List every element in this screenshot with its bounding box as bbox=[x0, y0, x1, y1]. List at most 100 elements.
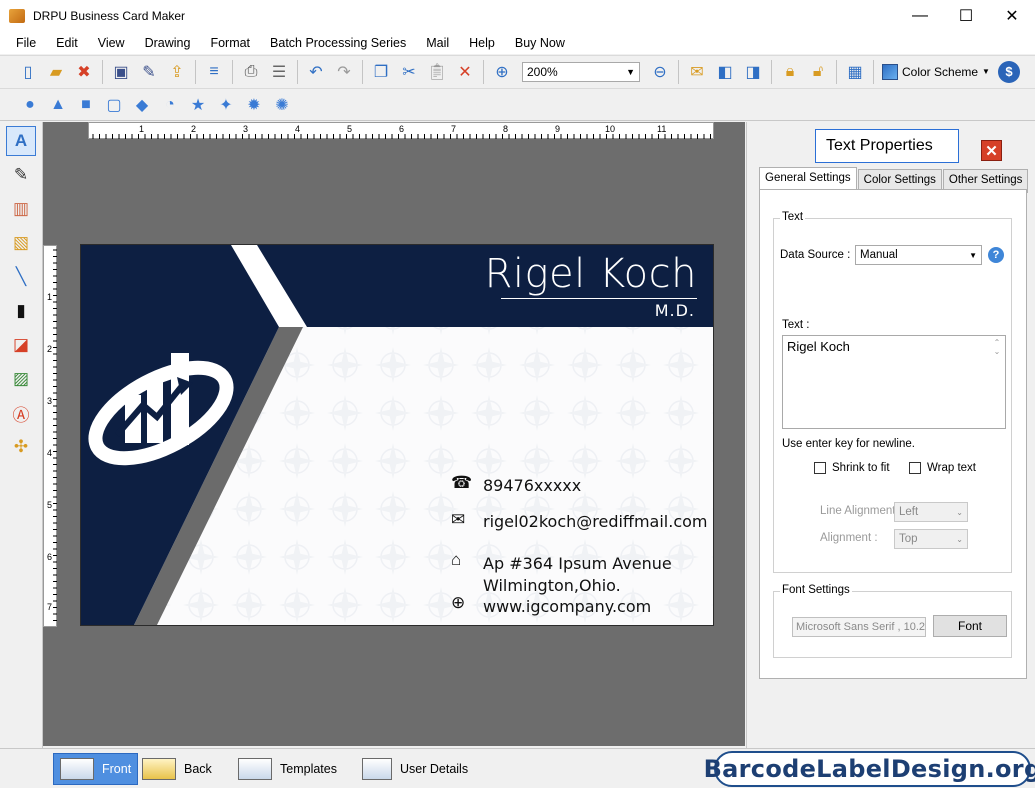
color-scheme-label: Color Scheme bbox=[902, 64, 979, 79]
bring-forward-icon[interactable]: ◧ bbox=[713, 60, 737, 84]
card-phone[interactable]: 89476xxxxx bbox=[483, 476, 581, 495]
card-name[interactable]: Rigel Koch bbox=[485, 251, 697, 297]
card-address-line2[interactable]: Wilmington,Ohio. bbox=[483, 576, 621, 595]
phone-icon: ☎ bbox=[451, 473, 473, 492]
menu-edit[interactable]: Edit bbox=[46, 36, 88, 50]
export-icon[interactable]: ⇪ bbox=[165, 60, 189, 84]
ruler-label: 2 bbox=[47, 344, 53, 354]
alignment-select[interactable]: Top ⌄ bbox=[894, 529, 968, 549]
print-icon[interactable]: ⎙ bbox=[239, 60, 263, 84]
tab-templates[interactable]: Templates bbox=[232, 753, 343, 785]
chevron-down-icon: ▼ bbox=[982, 67, 990, 76]
barcode-icon[interactable]: ▮ bbox=[6, 296, 36, 326]
card-email[interactable]: rigel02koch@rediffmail.com bbox=[483, 512, 707, 531]
tab-front[interactable]: Front bbox=[53, 753, 139, 785]
zoom-out-icon[interactable]: ⊖ bbox=[648, 60, 672, 84]
send-backward-icon[interactable]: ◨ bbox=[741, 60, 765, 84]
chevron-down-icon: ▼ bbox=[969, 250, 977, 260]
triangle-icon[interactable]: ▲ bbox=[46, 93, 70, 117]
line-alignment-select[interactable]: Left ⌄ bbox=[894, 502, 968, 522]
data-source-select[interactable]: Manual ▼ bbox=[855, 245, 982, 265]
menu-view[interactable]: View bbox=[88, 36, 135, 50]
minimize-button[interactable]: — bbox=[897, 0, 943, 31]
card-title[interactable]: M.D. bbox=[655, 301, 695, 320]
star-icon[interactable]: ★ bbox=[186, 93, 210, 117]
shapes-icon[interactable]: ◪ bbox=[6, 330, 36, 360]
close-panel-icon[interactable]: ✕ bbox=[981, 140, 1002, 161]
redo-icon[interactable]: ↷ bbox=[332, 60, 356, 84]
ruler-ticks bbox=[53, 249, 57, 621]
diamond-icon[interactable]: ◆ bbox=[130, 93, 154, 117]
ellipse-icon[interactable]: ● bbox=[18, 93, 42, 117]
shrink-label: Shrink to fit bbox=[832, 462, 890, 474]
text-input[interactable]: Rigel Koch ⌃ ⌄ bbox=[782, 335, 1006, 429]
open-folder-icon[interactable]: ▰ bbox=[44, 60, 68, 84]
front-card-icon bbox=[60, 758, 94, 780]
unlock-icon[interactable]: 🔓︎ bbox=[806, 60, 830, 84]
shrink-to-fit-checkbox[interactable]: Shrink to fit bbox=[814, 462, 890, 474]
word-art-icon[interactable]: Ⓐ bbox=[6, 398, 36, 428]
line-icon[interactable]: ╲ bbox=[6, 262, 36, 292]
font-button[interactable]: Font bbox=[933, 615, 1007, 637]
help-icon[interactable]: ? bbox=[988, 247, 1004, 263]
shape-toolbar: ● ▲ ■ ▢ ◆ ◔ ★ ✦ ✹ ✺ bbox=[0, 88, 1035, 121]
zoom-select[interactable]: 200% ▼ bbox=[522, 61, 640, 82]
delete-icon[interactable]: ✕ bbox=[453, 60, 477, 84]
undo-icon[interactable]: ↶ bbox=[304, 60, 328, 84]
separator bbox=[195, 59, 196, 84]
tab-user-details[interactable]: User Details bbox=[356, 753, 474, 785]
new-icon[interactable]: ▯ bbox=[16, 60, 40, 84]
wrap-label: Wrap text bbox=[927, 462, 976, 474]
grid-icon[interactable]: ▦ bbox=[843, 60, 867, 84]
tab-general-settings[interactable]: General Settings bbox=[759, 167, 857, 191]
wrap-text-checkbox[interactable]: Wrap text bbox=[909, 462, 976, 474]
card-address-line1[interactable]: Ap #364 Ipsum Avenue bbox=[483, 554, 672, 573]
menu-file[interactable]: File bbox=[6, 36, 46, 50]
business-card[interactable]: Rigel Koch M.D. ☎ 89476xxxxx ✉ rigel02ko… bbox=[80, 244, 714, 626]
text-input-value: Rigel Koch bbox=[787, 339, 850, 354]
buy-dollar-icon[interactable]: $ bbox=[997, 60, 1020, 83]
chevron-down-icon: ⌄ bbox=[956, 534, 963, 544]
text-properties-panel: Text Properties ✕ General Settings Color… bbox=[746, 122, 1035, 748]
menu-help[interactable]: Help bbox=[459, 36, 505, 50]
tab-back[interactable]: Back bbox=[136, 753, 218, 785]
zoom-in-icon[interactable]: ⊕ bbox=[490, 60, 514, 84]
arc-icon[interactable]: ◔ bbox=[158, 93, 182, 117]
tab-user-details-label: User Details bbox=[400, 762, 469, 776]
color-scheme-dropdown[interactable]: Color Scheme ▼ bbox=[882, 63, 990, 80]
copy-icon[interactable]: ❐ bbox=[369, 60, 393, 84]
pencil-icon[interactable]: ✎ bbox=[6, 160, 36, 190]
close-button[interactable]: ✕ bbox=[989, 0, 1035, 31]
send-mail-icon[interactable]: ✉ bbox=[685, 60, 709, 84]
rounded-rectangle-icon[interactable]: ▢ bbox=[102, 93, 126, 117]
puzzle-icon[interactable]: ✣ bbox=[6, 432, 36, 462]
textarea-scrollbar[interactable]: ⌃ ⌄ bbox=[991, 338, 1003, 426]
four-point-star-icon[interactable]: ✦ bbox=[214, 93, 238, 117]
mail-icon: ✉ bbox=[451, 510, 466, 529]
text-tool-icon[interactable]: A bbox=[6, 126, 36, 156]
picture-icon[interactable]: ▨ bbox=[6, 364, 36, 394]
close-file-icon[interactable]: ✖ bbox=[72, 60, 96, 84]
image-icon[interactable]: ▧ bbox=[6, 228, 36, 258]
lock-icon[interactable]: 🔒︎ bbox=[778, 60, 802, 84]
menu-buy-now[interactable]: Buy Now bbox=[505, 36, 575, 50]
rectangle-icon[interactable]: ■ bbox=[74, 93, 98, 117]
seal-icon[interactable]: ✺ bbox=[270, 93, 294, 117]
menu-batch-processing[interactable]: Batch Processing Series bbox=[260, 36, 416, 50]
maximize-button[interactable]: ☐ bbox=[943, 0, 989, 31]
paste-icon[interactable]: 📋︎ bbox=[425, 60, 449, 84]
menu-drawing[interactable]: Drawing bbox=[135, 36, 201, 50]
library-icon[interactable]: ▥ bbox=[6, 194, 36, 224]
menu-bar: File Edit View Drawing Format Batch Proc… bbox=[0, 31, 1035, 54]
properties-icon[interactable]: ≡ bbox=[202, 60, 226, 84]
ruler-label: 3 bbox=[47, 396, 53, 406]
menu-format[interactable]: Format bbox=[200, 36, 260, 50]
title-bar: DRPU Business Card Maker — ☐ ✕ bbox=[0, 0, 1035, 31]
database-icon[interactable]: ☰ bbox=[267, 60, 291, 84]
cut-icon[interactable]: ✂ bbox=[397, 60, 421, 84]
burst-icon[interactable]: ✹ bbox=[242, 93, 266, 117]
save-as-icon[interactable]: ✎ bbox=[137, 60, 161, 84]
card-website[interactable]: www.igcompany.com bbox=[483, 597, 651, 616]
menu-mail[interactable]: Mail bbox=[416, 36, 459, 50]
save-icon[interactable]: ▣ bbox=[109, 60, 133, 84]
